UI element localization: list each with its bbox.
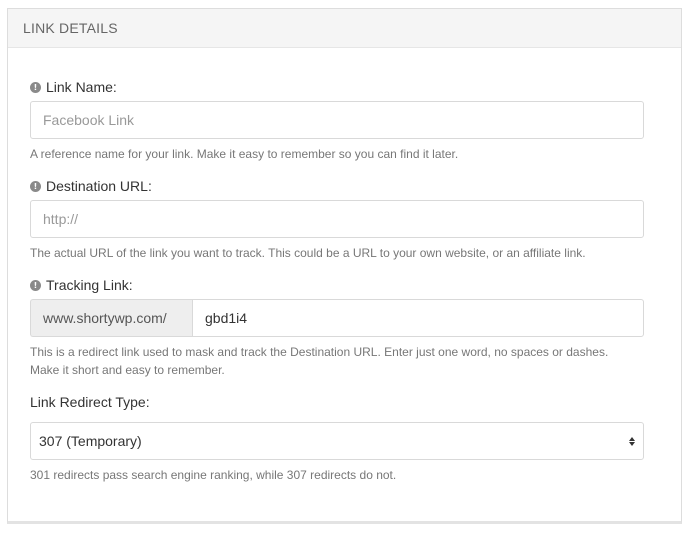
link-name-label-text: Link Name: <box>46 79 117 95</box>
link-name-input[interactable] <box>30 101 644 139</box>
tracking-link-input[interactable] <box>192 299 644 337</box>
redirect-type-select[interactable]: 307 (Temporary) <box>30 422 644 460</box>
redirect-type-label: Link Redirect Type: <box>30 392 644 412</box>
tracking-link-help: This is a redirect link used to mask and… <box>30 343 644 379</box>
tracking-link-prefix: www.shortywp.com/ <box>30 299 192 337</box>
redirect-type-field: Link Redirect Type: 307 (Temporary) 301 … <box>30 392 644 484</box>
info-icon[interactable]: ! <box>30 180 41 192</box>
tracking-link-field: ! Tracking Link: www.shortywp.com/ This … <box>30 275 644 379</box>
destination-url-label: ! Destination URL: <box>30 176 644 196</box>
link-name-label: ! Link Name: <box>30 77 644 97</box>
link-name-field: ! Link Name: A reference name for your l… <box>30 77 644 163</box>
tracking-link-help-line2: Make it short and easy to remember. <box>30 363 225 377</box>
destination-url-field: ! Destination URL: The actual URL of the… <box>30 176 644 262</box>
tracking-link-help-line1: This is a redirect link used to mask and… <box>30 345 609 359</box>
panel-header: LINK DETAILS <box>8 9 681 48</box>
tracking-link-input-group: www.shortywp.com/ <box>30 299 644 337</box>
info-icon[interactable]: ! <box>30 279 41 291</box>
destination-url-help: The actual URL of the link you want to t… <box>30 246 586 260</box>
redirect-type-label-text: Link Redirect Type: <box>30 394 150 410</box>
redirect-type-selected: 307 (Temporary) <box>39 433 142 449</box>
link-name-help: A reference name for your link. Make it … <box>30 147 459 161</box>
panel-title: LINK DETAILS <box>23 20 118 36</box>
tracking-link-label-text: Tracking Link: <box>46 277 133 293</box>
info-icon[interactable]: ! <box>30 81 41 93</box>
destination-url-input[interactable] <box>30 200 644 238</box>
tracking-link-label: ! Tracking Link: <box>30 275 644 295</box>
select-arrows-icon <box>629 436 635 446</box>
redirect-type-help: 301 redirects pass search engine ranking… <box>30 468 397 482</box>
destination-url-label-text: Destination URL: <box>46 178 152 194</box>
